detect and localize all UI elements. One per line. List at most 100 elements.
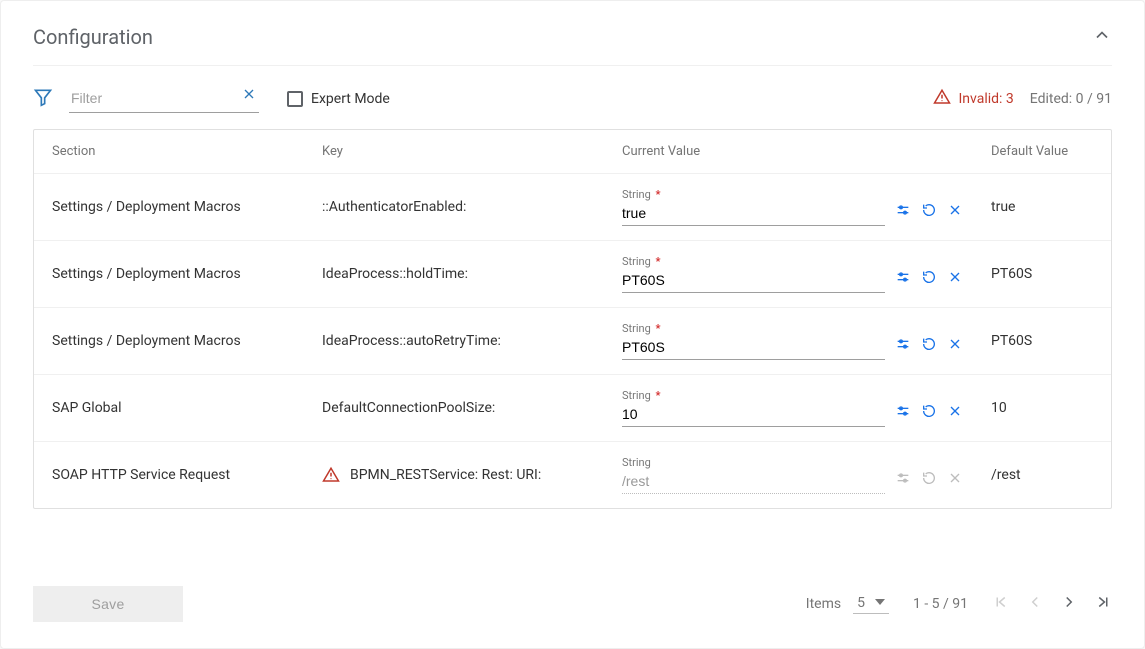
- value-type-label: String: [622, 456, 885, 469]
- reset-action[interactable]: [921, 202, 937, 222]
- default-value-cell: 10: [973, 400, 1093, 416]
- reset-icon: [921, 269, 937, 285]
- key-cell: ::AuthenticatorEnabled:: [322, 199, 622, 215]
- warning-icon: [933, 88, 951, 110]
- default-value-cell: PT60S: [973, 333, 1093, 349]
- header-divider: [33, 65, 1112, 66]
- clear-action[interactable]: [947, 336, 963, 356]
- value-input[interactable]: [622, 337, 885, 360]
- chevron-right-icon: [1060, 593, 1078, 611]
- save-button[interactable]: Save: [33, 586, 183, 622]
- col-default-value: Default Value: [973, 144, 1093, 159]
- filter-icon: [33, 87, 53, 111]
- value-actions: [895, 202, 963, 226]
- value-cell: String *: [622, 389, 973, 427]
- col-key: Key: [322, 144, 622, 159]
- section-cell: Settings / Deployment Macros: [52, 266, 322, 282]
- caret-down-icon: [875, 595, 885, 611]
- close-icon: [947, 403, 963, 419]
- invalid-status: Invalid: 3: [933, 88, 1014, 110]
- first-page-button[interactable]: [992, 593, 1010, 615]
- reset-action: [921, 470, 937, 490]
- prev-page-button[interactable]: [1026, 593, 1044, 615]
- invalid-count-label: Invalid: 3: [959, 91, 1014, 107]
- key-text: IdeaProcess::autoRetryTime:: [322, 333, 501, 349]
- table-row: Settings / Deployment Macros IdeaProcess…: [34, 308, 1111, 375]
- first-page-icon: [992, 593, 1010, 611]
- table-body: Settings / Deployment Macros ::Authentic…: [34, 174, 1111, 508]
- edited-count-label: Edited: 0 / 91: [1030, 91, 1112, 107]
- last-page-button[interactable]: [1094, 593, 1112, 615]
- col-current-value: Current Value: [622, 144, 973, 159]
- value-actions: [895, 403, 963, 427]
- default-value-cell: PT60S: [973, 266, 1093, 282]
- settings-action[interactable]: [895, 403, 911, 423]
- page-size-value: 5: [857, 595, 865, 611]
- pagination: Items 5 1 - 5 / 91: [806, 593, 1112, 615]
- key-text: IdeaProcess::holdTime:: [322, 266, 468, 282]
- reset-action[interactable]: [921, 403, 937, 423]
- value-actions: [895, 336, 963, 360]
- clear-action[interactable]: [947, 202, 963, 222]
- sliders-icon: [895, 336, 911, 352]
- value-cell: String: [622, 456, 973, 494]
- value-type-label: String *: [622, 188, 885, 201]
- value-type-label: String *: [622, 389, 885, 402]
- chevron-up-icon: [1092, 25, 1112, 45]
- chevron-left-icon: [1026, 593, 1044, 611]
- collapse-button[interactable]: [1092, 25, 1112, 49]
- config-table: Section Key Current Value Default Value …: [33, 129, 1112, 509]
- reset-icon: [921, 336, 937, 352]
- key-text: DefaultConnectionPoolSize:: [322, 400, 495, 416]
- settings-action[interactable]: [895, 336, 911, 356]
- configuration-card: Configuration Expert Mode Invalid: 3: [0, 0, 1145, 649]
- value-type-label: String *: [622, 255, 885, 268]
- value-input[interactable]: [622, 203, 885, 226]
- reset-icon: [921, 403, 937, 419]
- settings-action: [895, 470, 911, 490]
- settings-action[interactable]: [895, 269, 911, 289]
- filter-input[interactable]: [69, 84, 259, 113]
- checkbox-icon: [287, 91, 303, 107]
- toolbar: Expert Mode Invalid: 3 Edited: 0 / 91: [1, 84, 1144, 129]
- settings-action[interactable]: [895, 202, 911, 222]
- close-icon: [947, 202, 963, 218]
- table-row: SOAP HTTP Service Request BPMN_RESTServi…: [34, 442, 1111, 508]
- close-icon: [947, 269, 963, 285]
- section-cell: Settings / Deployment Macros: [52, 199, 322, 215]
- reset-action[interactable]: [921, 269, 937, 289]
- page-size-select[interactable]: 5: [853, 595, 889, 614]
- table-row: SAP Global DefaultConnectionPoolSize: St…: [34, 375, 1111, 442]
- value-input[interactable]: [622, 270, 885, 293]
- section-cell: SAP Global: [52, 400, 322, 416]
- expert-mode-label: Expert Mode: [311, 91, 390, 107]
- table-row: Settings / Deployment Macros ::Authentic…: [34, 174, 1111, 241]
- reset-action[interactable]: [921, 336, 937, 356]
- clear-action[interactable]: [947, 403, 963, 423]
- clear-action[interactable]: [947, 269, 963, 289]
- table-header: Section Key Current Value Default Value: [34, 130, 1111, 174]
- close-icon: [241, 86, 257, 102]
- close-icon: [947, 470, 963, 486]
- clear-action: [947, 470, 963, 490]
- page-size-control: Items 5: [806, 595, 889, 614]
- value-input[interactable]: [622, 404, 885, 427]
- close-icon: [947, 336, 963, 352]
- key-cell: IdeaProcess::holdTime:: [322, 266, 622, 282]
- expert-mode-toggle[interactable]: Expert Mode: [287, 91, 390, 107]
- key-cell: BPMN_RESTService: Rest: URI:: [322, 466, 622, 484]
- filter-clear-button[interactable]: [241, 86, 257, 106]
- value-input: [622, 471, 885, 494]
- key-text: ::AuthenticatorEnabled:: [322, 199, 466, 215]
- card-header: Configuration: [1, 1, 1144, 65]
- page-title: Configuration: [33, 25, 153, 49]
- status-bar: Invalid: 3 Edited: 0 / 91: [933, 88, 1113, 110]
- value-cell: String *: [622, 255, 973, 293]
- value-cell: String *: [622, 322, 973, 360]
- section-cell: SOAP HTTP Service Request: [52, 467, 322, 483]
- key-cell: DefaultConnectionPoolSize:: [322, 400, 622, 416]
- last-page-icon: [1094, 593, 1112, 611]
- table-row: Settings / Deployment Macros IdeaProcess…: [34, 241, 1111, 308]
- next-page-button[interactable]: [1060, 593, 1078, 615]
- items-label: Items: [806, 596, 841, 612]
